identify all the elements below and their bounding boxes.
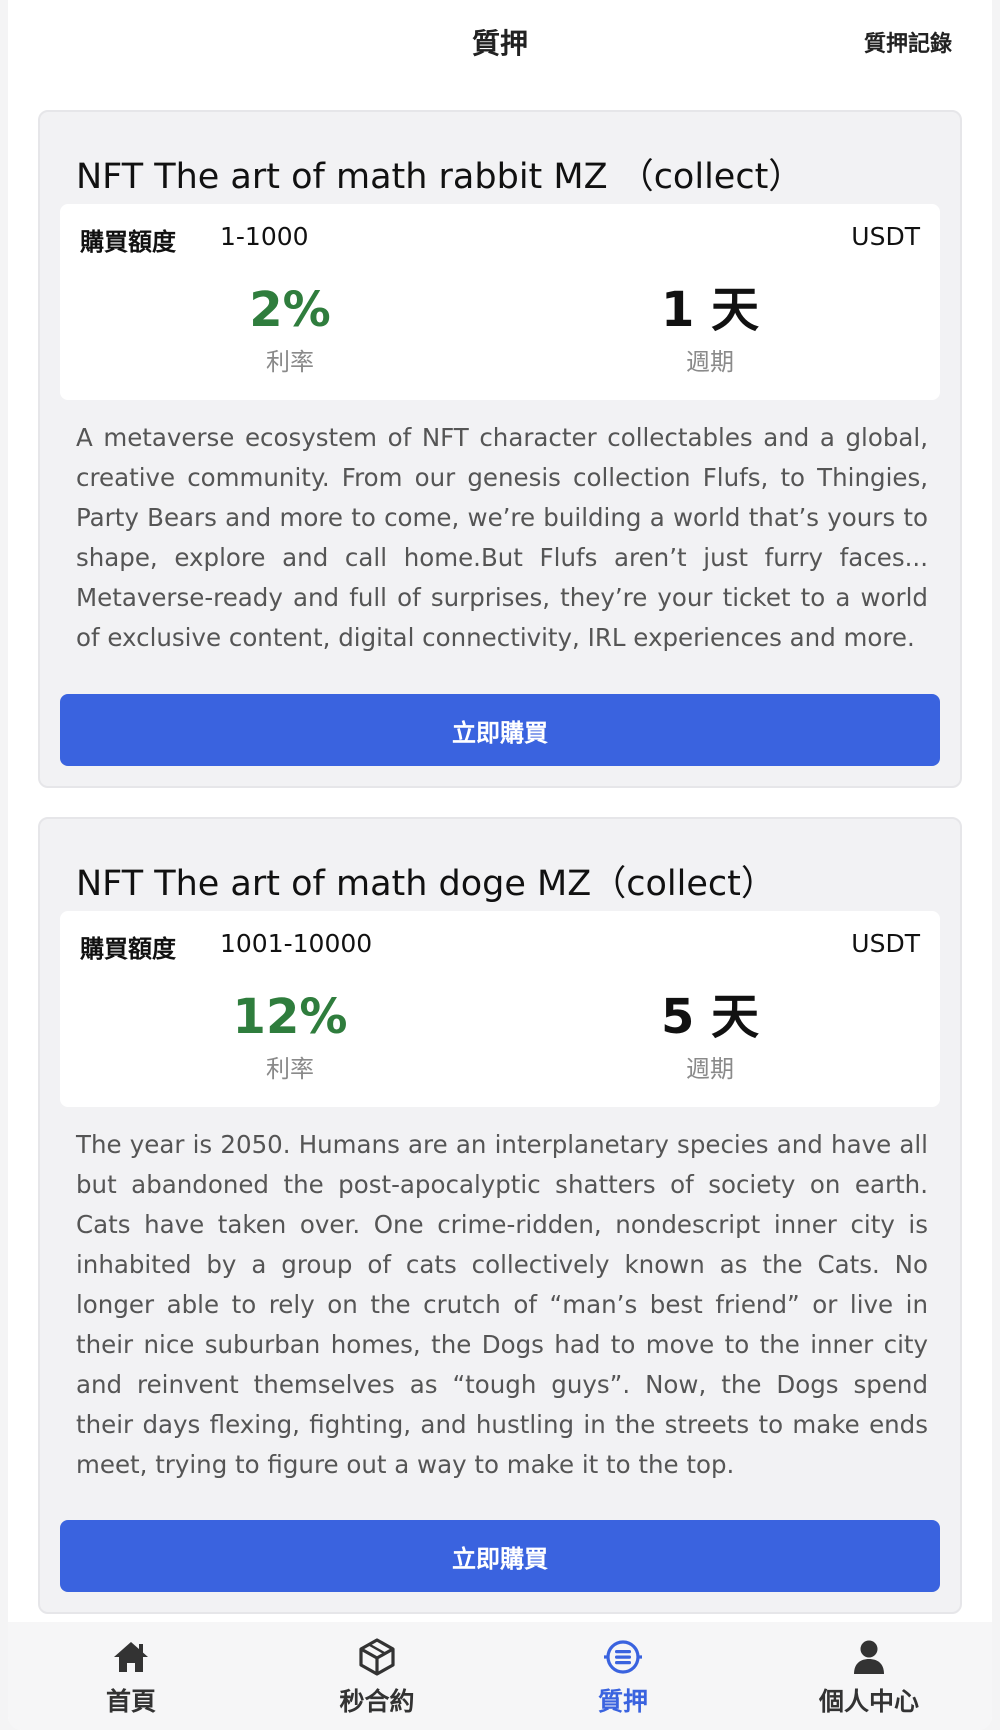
rate-label: 利率	[266, 1055, 314, 1083]
buy-now-button[interactable]: 立即購買	[60, 1520, 940, 1592]
tab-profile[interactable]: 個人中心	[746, 1622, 992, 1730]
cube-icon	[359, 1638, 395, 1676]
top-header: 質押 質押記錄	[8, 0, 992, 84]
product-card: NFT The art of math doge MZ（collect） 購買額…	[38, 817, 962, 1614]
app-frame: 質押 質押記錄 NFT The art of math rabbit MZ （c…	[8, 0, 992, 1730]
amount-label: 購買額度	[80, 228, 176, 256]
currency-label: USDT	[851, 222, 920, 251]
tab-stake[interactable]: 質押	[500, 1622, 746, 1730]
period-label: 週期	[686, 1055, 734, 1083]
stake-record-link[interactable]: 質押記錄	[864, 26, 952, 58]
product-description: The year is 2050. Humans are an interpla…	[76, 1130, 928, 1479]
rate-label: 利率	[266, 348, 314, 376]
period-stat: 5 天 週期	[560, 989, 860, 1084]
product-info-box: 購買額度 1-1000 USDT 2% 利率 1 天 週期	[60, 204, 940, 400]
home-icon	[114, 1642, 148, 1672]
product-title: NFT The art of math rabbit MZ （collect）	[76, 157, 804, 197]
tab-home[interactable]: 首頁	[8, 1622, 254, 1730]
period-stat: 1 天 週期	[560, 282, 860, 377]
tab-label: 首頁	[105, 1687, 156, 1716]
period-value: 5 天	[660, 989, 760, 1045]
period-value: 1 天	[660, 282, 760, 338]
amount-label: 購買額度	[80, 935, 176, 963]
product-title: NFT The art of math doge MZ（collect）	[76, 864, 776, 904]
product-description: A metaverse ecosystem of NFT character c…	[76, 423, 928, 652]
amount-range: 1-1000	[220, 222, 309, 251]
stake-icon	[604, 1640, 642, 1674]
rate-stat: 2% 利率	[140, 282, 440, 377]
page-title: 質押	[471, 27, 528, 60]
rate-value: 12%	[232, 989, 348, 1045]
product-info-box: 購買額度 1001-10000 USDT 12% 利率 5 天 週期	[60, 911, 940, 1107]
buy-now-button[interactable]: 立即購買	[60, 694, 940, 766]
user-icon	[854, 1640, 884, 1674]
period-label: 週期	[686, 348, 734, 376]
tab-label: 個人中心	[818, 1687, 919, 1716]
rate-stat: 12% 利率	[140, 989, 440, 1084]
bottom-tab-bar: 首頁 秒合約 質押 個人中心	[8, 1622, 992, 1730]
product-card: NFT The art of math rabbit MZ （collect） …	[38, 110, 962, 788]
rate-value: 2%	[249, 282, 331, 338]
tab-contract[interactable]: 秒合約	[254, 1622, 500, 1730]
tab-label: 秒合約	[339, 1687, 415, 1716]
currency-label: USDT	[851, 929, 920, 958]
amount-range: 1001-10000	[220, 929, 373, 958]
tab-label: 質押	[597, 1687, 648, 1716]
